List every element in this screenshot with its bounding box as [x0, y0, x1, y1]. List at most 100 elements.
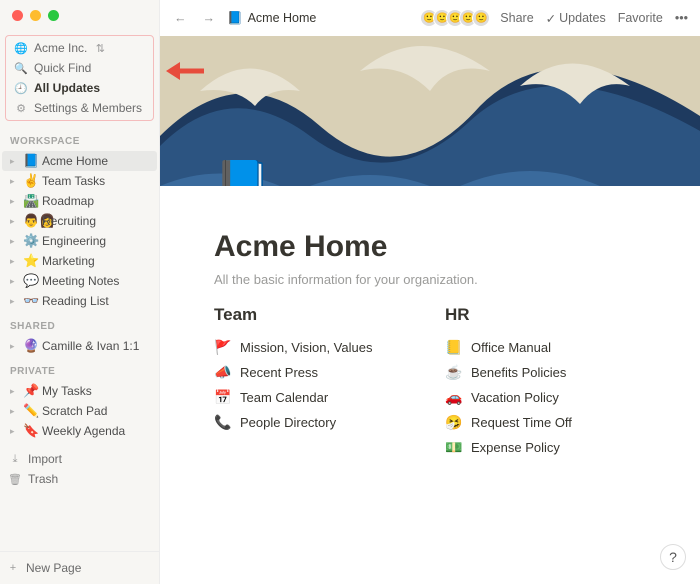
page-link-office-manual[interactable]: 📒 Office Manual [445, 335, 646, 360]
caret-icon[interactable]: ▸ [10, 196, 20, 207]
page-link-vacation[interactable]: 🚗Vacation Policy [445, 385, 646, 410]
sidebar-item-label: Scratch Pad [42, 404, 107, 418]
check-icon: ✓ [546, 11, 556, 26]
book-icon: 📘 [227, 11, 243, 26]
workspace-name: Acme Inc. [34, 41, 87, 55]
pencil-icon: ✏️ [23, 403, 39, 419]
close-window-button[interactable] [12, 10, 23, 21]
page-link-recent-press[interactable]: 📣Recent Press [214, 360, 415, 385]
team-column: Team 🚩Mission, Vision, Values 📣Recent Pr… [214, 305, 415, 460]
sidebar-item-label: Acme Home [42, 154, 108, 168]
link-label: Request Time Off [471, 415, 572, 430]
page-link-mission[interactable]: 🚩Mission, Vision, Values [214, 335, 415, 360]
money-icon: 💵 [445, 439, 463, 456]
caret-icon[interactable]: ▸ [10, 386, 20, 397]
caret-icon[interactable]: ▸ [10, 256, 20, 267]
sidebar-item-marketing[interactable]: ▸⭐Marketing [2, 251, 157, 271]
glasses-icon: 👓 [23, 293, 39, 309]
caret-icon[interactable]: ▸ [10, 176, 20, 187]
zoom-window-button[interactable] [48, 10, 59, 21]
caret-icon[interactable]: ▸ [10, 341, 20, 352]
star-icon: ⭐ [23, 253, 39, 269]
page-link-expense[interactable]: 💵 Expense Policy [445, 435, 646, 460]
updates-button[interactable]: ✓Updates [544, 9, 608, 28]
plus-icon: + [6, 562, 20, 574]
sidebar-item-recruiting[interactable]: ▸👨‍👩Recruiting [2, 211, 157, 231]
search-icon: 🔍 [14, 62, 28, 75]
sidebar-item-my-tasks[interactable]: ▸📌My Tasks [2, 381, 157, 401]
avatar: 🙂 [472, 9, 490, 27]
sidebar-item-label: Team Tasks [42, 174, 105, 188]
caret-icon[interactable]: ▸ [10, 236, 20, 247]
column-heading-hr[interactable]: HR [445, 305, 646, 325]
minimize-window-button[interactable] [30, 10, 41, 21]
page-icon[interactable]: 📘 [214, 157, 271, 186]
window-traffic-lights [12, 10, 59, 21]
link-label: Expense Policy [471, 440, 560, 455]
download-icon: ⤓ [8, 453, 22, 466]
trash-icon: 🗑 [8, 473, 22, 486]
caret-icon[interactable]: ▸ [10, 216, 20, 227]
private-tree: ▸📌My Tasks ▸✏️Scratch Pad ▸🔖Weekly Agend… [0, 381, 159, 441]
sidebar-item-label: Roadmap [42, 194, 94, 208]
cover-image[interactable]: 📘 [160, 36, 700, 186]
sidebar: 🌐 Acme Inc. ⇅ 🔍 Quick Find 🕘 All Updates… [0, 0, 160, 584]
caret-icon[interactable]: ▸ [10, 296, 20, 307]
help-button[interactable]: ? [660, 544, 686, 570]
sidebar-item-camille-ivan[interactable]: ▸🔮Camille & Ivan 1:1 [2, 336, 157, 356]
sidebar-item-roadmap[interactable]: ▸🛣️Roadmap [2, 191, 157, 211]
quick-find[interactable]: 🔍 Quick Find [8, 58, 151, 78]
sidebar-item-label: Camille & Ivan 1:1 [42, 339, 139, 353]
page-link-team-calendar[interactable]: 📅Team Calendar [214, 385, 415, 410]
sidebar-item-scratch-pad[interactable]: ▸✏️Scratch Pad [2, 401, 157, 421]
breadcrumb[interactable]: 📘 Acme Home [227, 11, 316, 26]
favorite-button[interactable]: Favorite [616, 9, 665, 27]
sidebar-item-meeting-notes[interactable]: ▸💬Meeting Notes [2, 271, 157, 291]
page-link-benefits[interactable]: ☕Benefits Policies [445, 360, 646, 385]
all-updates[interactable]: 🕘 All Updates [8, 78, 151, 98]
sidebar-item-engineering[interactable]: ▸⚙️Engineering [2, 231, 157, 251]
caret-icon[interactable]: ▸ [10, 426, 20, 437]
caret-icon[interactable]: ▸ [10, 156, 20, 167]
nav-back-button[interactable]: ← [170, 9, 191, 27]
section-label-private: PRIVATE [0, 356, 159, 381]
page-subtitle[interactable]: All the basic information for your organ… [214, 272, 646, 287]
sidebar-footer: + New Page [0, 551, 159, 584]
new-page-label: New Page [26, 561, 81, 575]
sick-face-icon: 🤧 [445, 414, 463, 431]
main-panel: ← → 📘 Acme Home 🙂 🙂 🙂 🙂 🙂 Share ✓Updates… [160, 0, 700, 584]
nav-forward-button[interactable]: → [199, 9, 220, 27]
sidebar-item-team-tasks[interactable]: ▸✌️Team Tasks [2, 171, 157, 191]
phone-icon: 📞 [214, 414, 232, 431]
road-icon: 🛣️ [23, 193, 39, 209]
chevron-updown-icon: ⇅ [93, 42, 107, 55]
new-page-button[interactable]: + New Page [0, 558, 159, 578]
caret-icon[interactable]: ▸ [10, 406, 20, 417]
notebook-icon: 📒 [445, 339, 463, 356]
sidebar-item-reading-list[interactable]: ▸👓Reading List [2, 291, 157, 311]
coffee-icon: ☕ [445, 364, 463, 381]
sidebar-item-acme-home[interactable]: ▸📘Acme Home [2, 151, 157, 171]
import-button[interactable]: ⤓Import [2, 449, 157, 469]
share-button[interactable]: Share [498, 9, 535, 27]
page-title[interactable]: Acme Home [214, 230, 646, 264]
breadcrumb-label: Acme Home [248, 11, 317, 25]
section-label-workspace: WORKSPACE [0, 126, 159, 151]
page-link-people-directory[interactable]: 📞People Directory [214, 410, 415, 435]
updates-label: Updates [559, 11, 606, 25]
column-heading-team[interactable]: Team [214, 305, 415, 325]
presence-avatars[interactable]: 🙂 🙂 🙂 🙂 🙂 [425, 9, 490, 27]
page-link-request-time-off[interactable]: 🤧 Request Time Off [445, 410, 646, 435]
caret-icon[interactable]: ▸ [10, 276, 20, 287]
sidebar-item-weekly-agenda[interactable]: ▸🔖Weekly Agenda [2, 421, 157, 441]
workspace-switcher[interactable]: 🌐 Acme Inc. ⇅ [8, 38, 151, 58]
settings-members[interactable]: ⚙ Settings & Members [8, 98, 151, 118]
quick-find-label: Quick Find [34, 61, 91, 75]
more-menu-button[interactable]: ••• [673, 9, 690, 27]
link-label: Vacation Policy [471, 390, 559, 405]
link-label: Office Manual [471, 340, 551, 355]
workspace-tree: ▸📘Acme Home ▸✌️Team Tasks ▸🛣️Roadmap ▸👨‍… [0, 151, 159, 311]
pin-icon: 📌 [23, 383, 39, 399]
trash-label: Trash [28, 472, 58, 486]
trash-button[interactable]: 🗑 Trash [2, 469, 157, 489]
